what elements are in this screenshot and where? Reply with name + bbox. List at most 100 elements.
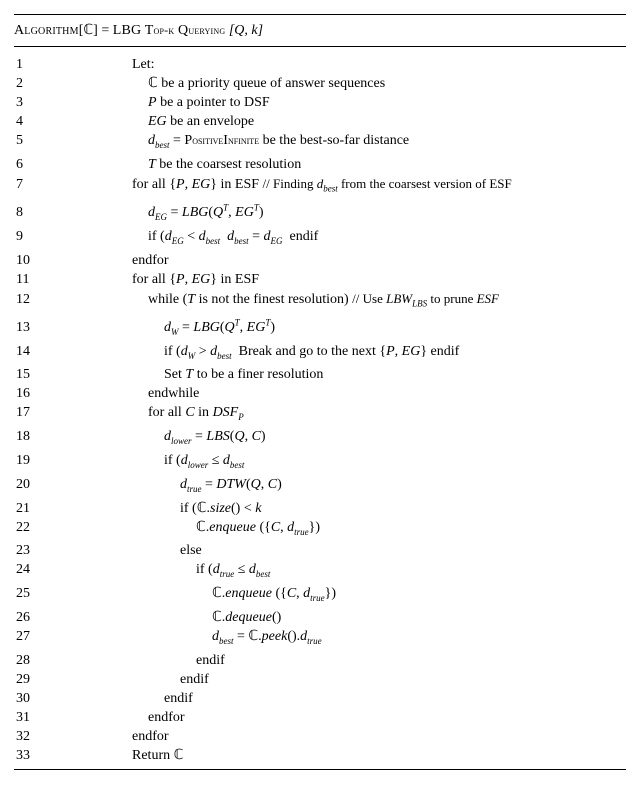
code-indent-area: endfor	[42, 727, 169, 746]
code-text: else	[132, 543, 202, 558]
line-number: 2	[14, 74, 42, 93]
code-line: 7for all {P, EG} in ESF // Finding dbest…	[14, 174, 626, 199]
code-line: 3P be a pointer to DSF	[14, 93, 626, 112]
line-number: 18	[14, 427, 42, 446]
code-text: dlower = LBS(Q, C)	[132, 429, 266, 444]
code-line: 27dbest = ℂ.peek().dtrue	[14, 627, 626, 651]
top-rule	[14, 14, 626, 15]
code-indent-area: dbest = ℂ.peek().dtrue	[42, 627, 322, 651]
line-number: 26	[14, 608, 42, 627]
line-number: 16	[14, 384, 42, 403]
header-name-4: uerying	[188, 23, 225, 37]
code-indent-area: for all C in DSFP	[42, 403, 244, 427]
code-line: 28endif	[14, 651, 626, 670]
code-indent-area: dW = LBG(QT, EGT)	[42, 313, 275, 341]
line-number: 22	[14, 518, 42, 537]
algorithm-header: Algorithm[ℂ] = LBG Top-k Querying [Q, k]	[14, 19, 626, 42]
code-indent-area: dtrue = DTW(Q, C)	[42, 475, 282, 499]
line-number: 11	[14, 270, 42, 289]
code-text: dtrue = DTW(Q, C)	[132, 477, 282, 492]
line-number: 4	[14, 112, 42, 131]
code-indent-area: dlower = LBS(Q, C)	[42, 427, 266, 451]
code-indent-area: else	[42, 541, 202, 560]
line-number: 24	[14, 560, 42, 579]
code-text: if (dtrue ≤ dbest	[132, 562, 270, 577]
code-line: 13 dW = LBG(QT, EGT)	[14, 313, 626, 341]
line-number: 31	[14, 708, 42, 727]
header-name-1: LBG T	[113, 23, 154, 38]
code-indent-area: Return ℂ	[42, 746, 183, 765]
line-number: 27	[14, 627, 42, 646]
header-name-3: Q	[174, 23, 188, 38]
code-text: while (T is not the finest resolution) /…	[132, 292, 499, 307]
code-text: for all {P, EG} in ESF	[132, 272, 259, 287]
code-line: 31 endfor	[14, 708, 626, 727]
code-line: 9if (dEG < dbest dbest = dEG endif	[14, 227, 626, 251]
code-indent-area: if (ℂ.size() < k	[42, 499, 261, 518]
code-indent-area: endif	[42, 651, 225, 670]
code-indent-area: while (T is not the finest resolution) /…	[42, 289, 499, 314]
code-indent-area: ℂ be a priority queue of answer sequence…	[42, 74, 385, 93]
header-equals: =	[98, 23, 113, 38]
code-indent-area: endif	[42, 670, 209, 689]
code-line: 10endfor	[14, 251, 626, 270]
code-indent-area: if (dlower ≤ dbest	[42, 451, 244, 475]
code-indent-area: ℂ.enqueue ({C, dtrue})	[42, 518, 320, 542]
code-indent-area: P be a pointer to DSF	[42, 93, 270, 112]
code-indent-area: Let:	[42, 55, 155, 74]
code-text: if (dlower ≤ dbest	[132, 453, 244, 468]
line-number: 12	[14, 290, 42, 309]
code-line: 32 endfor	[14, 727, 626, 746]
algorithm-box: Algorithm[ℂ] = LBG Top-k Querying [Q, k]…	[0, 0, 640, 788]
code-text: if (ℂ.size() < k	[132, 501, 261, 516]
line-number: 13	[14, 318, 42, 337]
code-text: endfor	[132, 729, 169, 744]
code-text: Return ℂ	[132, 748, 183, 763]
line-number: 3	[14, 93, 42, 112]
line-number: 32	[14, 727, 42, 746]
code-text: EG be an envelope	[132, 114, 254, 129]
code-line: 30endif	[14, 689, 626, 708]
code-text: endif	[132, 691, 193, 706]
line-number: 29	[14, 670, 42, 689]
code-text: ℂ be a priority queue of answer sequence…	[132, 76, 385, 91]
code-indent-area: ℂ.dequeue()	[42, 608, 281, 627]
line-number: 23	[14, 541, 42, 560]
code-line: 15Set T to be a finer resolution	[14, 365, 626, 384]
code-line: 4 EG be an envelope	[14, 112, 626, 131]
code-text: Let:	[132, 57, 155, 72]
code-line: 33Return ℂ	[14, 746, 626, 765]
code-indent-area: dbest = PositiveInfinite be the best-so-…	[42, 131, 409, 155]
code-text: T be the coarsest resolution	[132, 157, 301, 172]
code-indent-area: endif	[42, 689, 193, 708]
code-line: 2 ℂ be a priority queue of answer sequenc…	[14, 74, 626, 93]
code-indent-area: endfor	[42, 251, 169, 270]
code-line: 18 dlower = LBS(Q, C)	[14, 427, 626, 451]
code-line: 5dbest = PositiveInfinite be the best-so…	[14, 131, 626, 155]
code-text: ℂ.dequeue()	[132, 610, 281, 625]
code-indent-area: T be the coarsest resolution	[42, 155, 301, 174]
line-number: 25	[14, 584, 42, 603]
line-number: 17	[14, 403, 42, 422]
code-text: dW = LBG(QT, EGT)	[132, 320, 275, 335]
line-number: 1	[14, 55, 42, 74]
code-indent-area: endfor	[42, 708, 185, 727]
line-number: 28	[14, 651, 42, 670]
code-text: endfor	[132, 710, 185, 725]
code-block: 1 Let: 2 ℂ be a priority queue of answer se…	[14, 51, 626, 765]
code-line: 20 dtrue = DTW(Q, C)	[14, 475, 626, 499]
code-indent-area: EG be an envelope	[42, 112, 254, 131]
line-number: 20	[14, 475, 42, 494]
code-text: for all C in DSFP	[132, 405, 244, 420]
code-line: 17 for all C in DSFP	[14, 403, 626, 427]
code-line: 22ℂ.enqueue ({C, dtrue})	[14, 518, 626, 542]
header-result-symbol: ℂ	[83, 23, 93, 38]
code-line: 19if (dlower ≤ dbest	[14, 451, 626, 475]
code-text: endwhile	[132, 386, 199, 401]
code-line: 12 while (T is not the finest resolution)…	[14, 289, 626, 314]
code-line: 16 endwhile	[14, 384, 626, 403]
code-line: 1 Let:	[14, 55, 626, 74]
code-text: dbest = PositiveInfinite be the best-so-…	[132, 133, 409, 148]
line-number: 14	[14, 342, 42, 361]
code-line: 26 ℂ.dequeue()	[14, 608, 626, 627]
